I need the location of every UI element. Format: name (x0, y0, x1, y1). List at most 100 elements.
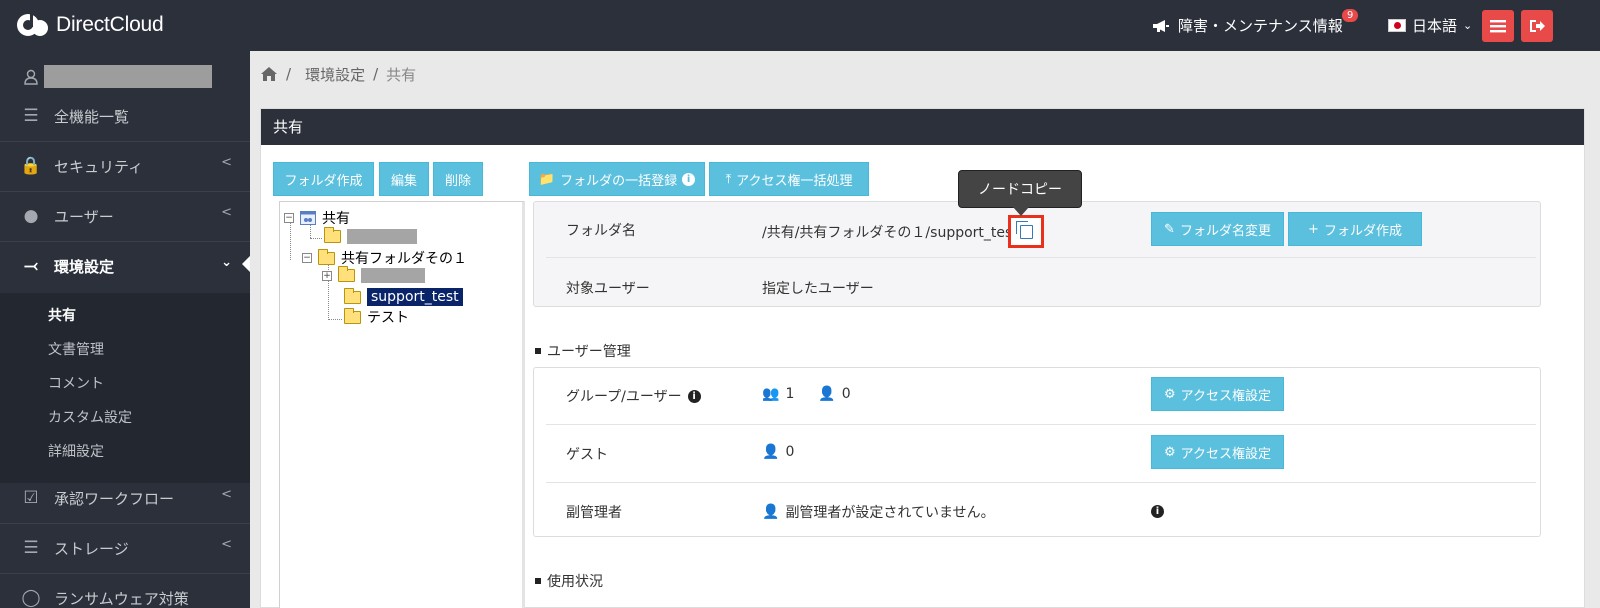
lock-icon: 🔒 (20, 156, 42, 176)
sidebar-item-security[interactable]: 🔒 セキュリティ < (0, 141, 250, 191)
sign-out-icon (1530, 20, 1545, 32)
gear-icon: ⚙ (1163, 386, 1176, 402)
plus-icon: + (1308, 221, 1319, 237)
row-divider (546, 257, 1536, 258)
folder-path: /共有/共有フォルダその１/support_test/ (762, 225, 1023, 241)
sub-admin-text: 副管理者が設定されていません。 (785, 505, 995, 521)
tree-node-selected[interactable]: support_test (344, 287, 463, 306)
sidebar-item-ransomware[interactable]: ◯ ランサムウェア対策 (0, 573, 250, 608)
list-icon: ☰ (23, 106, 39, 126)
button-label: 削除 (444, 173, 471, 189)
submenu-item-advanced-settings[interactable]: 詳細設定 (48, 441, 104, 461)
tree-node-redacted-2[interactable]: + (322, 266, 425, 283)
sub-admin-label: 副管理者 (566, 505, 622, 521)
shared-drive-icon (300, 211, 316, 225)
logo[interactable]: DirectCloud (16, 10, 164, 40)
folder-icon (344, 287, 361, 304)
tree-node-shared-folder-1[interactable]: − 共有フォルダその１ (302, 248, 467, 268)
user-icon: 👤 (818, 386, 836, 402)
collapse-icon[interactable]: − (302, 253, 312, 263)
access-settings-button[interactable]: ⚙ アクセス権設定 (1151, 377, 1284, 411)
redacted-folder-name (347, 229, 417, 244)
upload-icon: ⤒ (725, 171, 732, 187)
node-copy-button[interactable] (1008, 215, 1044, 248)
breadcrumb: / 環境設定 / 共有 (250, 51, 1600, 97)
gear-icon: ⚙ (1163, 444, 1176, 460)
breadcrumb-separator: / (286, 65, 292, 83)
folder-create-button[interactable]: フォルダ作成 (273, 162, 374, 196)
folder-icon (338, 266, 355, 282)
settings-submenu: 共有 文書管理 コメント カスタム設定 詳細設定 (0, 293, 250, 483)
button-label: フォルダ作成 (284, 173, 363, 189)
bulk-folder-register-button[interactable]: 📁 フォルダの一括登録 i (529, 162, 705, 196)
chevron-left-icon: < (221, 155, 232, 170)
usage-heading: 使用状況 (535, 571, 603, 591)
sidebar-item-approval-workflow[interactable]: ☑ 承認ワークフロー < (0, 473, 250, 523)
sidebar-item-label: 承認ワークフロー (54, 489, 175, 508)
chevron-left-icon: < (221, 487, 232, 502)
info-icon[interactable]: i (687, 389, 701, 403)
submenu-item-share[interactable]: 共有 (48, 305, 76, 325)
delete-button[interactable]: 削除 (433, 162, 483, 196)
folder-icon: 📁 (538, 171, 556, 187)
edit-button[interactable]: 編集 (379, 162, 429, 196)
folder-tree: − 共有 − 共有フォルダその１ + support_test テスト (279, 201, 525, 608)
group-user-counts: 👥 1 👤 0 (762, 386, 851, 402)
menu-button[interactable] (1482, 10, 1514, 42)
sidebar-item-label: 全機能一覧 (54, 107, 130, 126)
folder-name-label: フォルダ名 (566, 223, 636, 239)
breadcrumb-separator: / (373, 65, 379, 83)
language-label: 日本語 (1412, 17, 1458, 35)
guest-icon: 👤 (762, 444, 780, 460)
info-icon[interactable]: i (1151, 505, 1164, 518)
share-panel: 共有 フォルダ作成 編集 削除 📁 フォルダの一括登録 i ⤒ アクセス権一括処… (260, 108, 1585, 608)
active-indicator (242, 256, 250, 272)
tree-line (328, 319, 342, 320)
sidebar-item-label: ストレージ (54, 539, 129, 558)
checkbox-icon: ☑ (23, 488, 39, 508)
rename-folder-button[interactable]: ✎ フォルダ名変更 (1151, 212, 1284, 246)
brand-name: DirectCloud (56, 13, 164, 36)
bulk-access-button[interactable]: ⤒ アクセス権一括処理 (709, 162, 869, 196)
tree-node-label: support_test (367, 288, 463, 306)
panel-title: 共有 (261, 109, 1584, 145)
section-title: ユーザー管理 (547, 344, 631, 360)
sidebar-item-storage[interactable]: ☰ ストレージ < (0, 523, 250, 573)
home-icon[interactable] (260, 66, 278, 82)
submenu-item-comment[interactable]: コメント (48, 373, 104, 393)
user-count: 0 (841, 386, 851, 402)
row-divider (546, 424, 1536, 425)
sub-admin-value: 👤 副管理者が設定されていません。 (762, 502, 995, 522)
sidebar-item-label: セキュリティ (54, 157, 144, 176)
submenu-item-document-management[interactable]: 文書管理 (48, 339, 104, 359)
tree-node-test[interactable]: テスト (344, 307, 409, 327)
guest-count-row: 👤 0 (762, 444, 794, 460)
tree-node-root[interactable]: − 共有 (284, 208, 350, 228)
sidebar-item-users[interactable]: ● ユーザー < (0, 191, 250, 241)
logout-button[interactable] (1521, 10, 1553, 42)
user-outline-icon (24, 69, 38, 85)
tree-node-redacted[interactable] (324, 227, 417, 244)
expand-icon[interactable]: + (322, 270, 332, 281)
language-selector[interactable]: 日本語 ⌄ (1388, 15, 1472, 36)
button-label: 編集 (390, 173, 417, 189)
info-icon: i (682, 172, 696, 186)
notice-label: 障害・メンテナンス情報 (1178, 17, 1343, 35)
shield-icon: ◯ (21, 588, 41, 608)
breadcrumb-item[interactable]: 環境設定 (305, 64, 365, 85)
sidebar-item-settings[interactable]: ⤙ 環境設定 ⌄ (0, 241, 250, 291)
sidebar-item-all-features[interactable]: ☰ 全機能一覧 (0, 91, 250, 141)
group-user-label: グループ/ユーザー i (566, 386, 701, 406)
tree-node-label: テスト (367, 310, 409, 326)
chevron-down-icon: ⌄ (1463, 19, 1473, 32)
collapse-icon[interactable]: − (284, 213, 294, 223)
create-subfolder-button[interactable]: + フォルダ作成 (1288, 212, 1422, 246)
current-user (24, 65, 212, 88)
redacted-folder-name (361, 268, 425, 283)
guest-access-settings-button[interactable]: ⚙ アクセス権設定 (1151, 435, 1284, 469)
target-user-label: 対象ユーザー (566, 281, 650, 297)
submenu-item-custom-settings[interactable]: カスタム設定 (48, 407, 132, 427)
chevron-down-icon: ⌄ (221, 255, 232, 270)
square-bullet-icon (535, 578, 541, 584)
maintenance-notice-link[interactable]: 障害・メンテナンス情報 9 (1152, 9, 1359, 36)
